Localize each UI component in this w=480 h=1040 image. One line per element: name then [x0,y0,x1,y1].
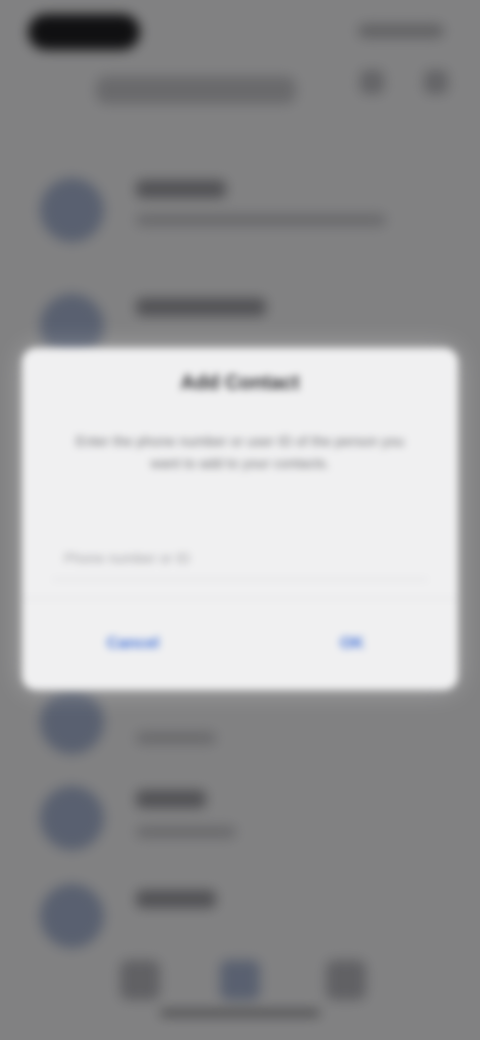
ok-button[interactable]: OK [312,624,392,664]
cancel-button[interactable]: Cancel [78,624,188,664]
dialog-divider [22,598,458,599]
dialog-title: Add Contact [180,372,300,394]
add-contact-dialog: Add Contact Enter the phone number or us… [22,348,458,690]
contact-id-input[interactable] [52,536,428,580]
dialog-message: Enter the phone number or user ID of the… [75,433,405,471]
